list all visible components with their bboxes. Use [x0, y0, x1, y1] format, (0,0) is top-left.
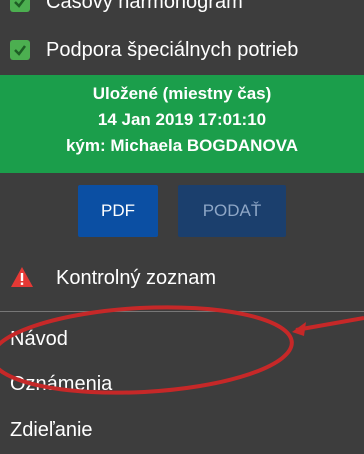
- menu-item-guide[interactable]: Návod: [10, 328, 68, 351]
- checklist-item-label: Časový harmonogram: [46, 0, 243, 13]
- save-status-title: Uložené (miestny čas): [92, 84, 272, 103]
- menu-item-notifications[interactable]: Oznámenia: [10, 373, 112, 396]
- menu-item-sharing[interactable]: Zdieľanie: [10, 419, 93, 442]
- divider: [0, 311, 364, 312]
- checklist-item-schedule[interactable]: Časový harmonogram: [0, 0, 364, 16]
- save-status-user: kým: Michaela BOGDANOVA: [65, 136, 299, 155]
- checkbox-checked-icon[interactable]: [10, 0, 30, 12]
- checkbox-checked-icon[interactable]: [10, 40, 30, 60]
- save-status-box: Uložené (miestny čas) 14 Jan 2019 17:01:…: [0, 75, 364, 173]
- pdf-button[interactable]: PDF: [78, 185, 158, 237]
- checklist-item-special-needs[interactable]: Podpora špeciálnych potrieb: [0, 36, 364, 64]
- action-buttons: PDF PODAŤ: [0, 185, 364, 237]
- save-status-timestamp: 14 Jan 2019 17:01:10: [97, 110, 267, 129]
- submit-button[interactable]: PODAŤ: [178, 185, 286, 237]
- checklist-link[interactable]: Kontrolný zoznam: [56, 267, 216, 290]
- checklist-item-label: Podpora špeciálnych potrieb: [46, 38, 299, 61]
- warning-icon: [11, 267, 33, 287]
